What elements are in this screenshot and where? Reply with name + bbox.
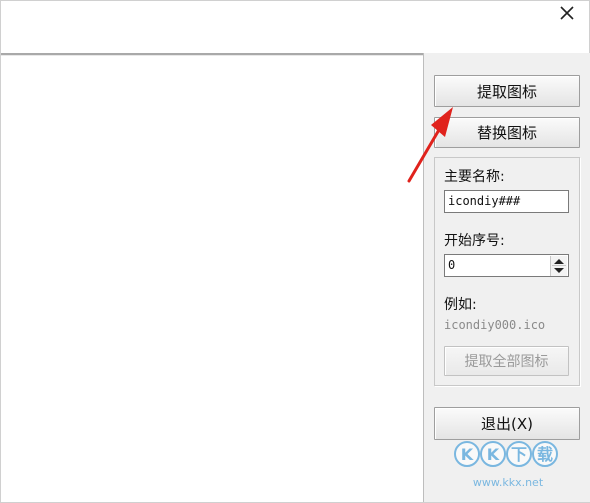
main-name-input[interactable]: icondiy###: [444, 190, 569, 213]
spin-buttons[interactable]: [550, 256, 567, 276]
red-arrow-annotation: [407, 107, 453, 183]
start-index-stepper[interactable]: 0: [444, 254, 569, 277]
example-label: 例如:: [444, 297, 477, 313]
icon-preview-area[interactable]: [1, 56, 423, 502]
main-window: 提取图标 替换图标 主要名称: icondiy### 开始序号: 0 例如: i…: [0, 0, 590, 503]
start-index-label: 开始序号:: [444, 233, 505, 249]
watermark-logo: K K 下 载 www.kkx.net: [453, 434, 563, 494]
svg-text:下: 下: [511, 445, 527, 464]
example-filename: icondiy000.ico: [444, 318, 546, 332]
start-index-value: 0: [448, 258, 456, 272]
svg-text:www.kkx.net: www.kkx.net: [473, 476, 544, 489]
svg-text:K: K: [487, 445, 500, 464]
svg-text:K: K: [461, 445, 474, 464]
close-button[interactable]: [555, 1, 579, 25]
spin-down-icon[interactable]: [554, 268, 564, 273]
close-icon: [560, 6, 574, 20]
watermark-icon: K K 下 载 www.kkx.net: [454, 441, 558, 489]
naming-groupbox: 主要名称: icondiy### 开始序号: 0 例如: icondiy000.…: [434, 157, 580, 386]
extract-all-button[interactable]: 提取全部图标: [444, 346, 569, 376]
spin-up-icon[interactable]: [554, 259, 564, 264]
svg-text:载: 载: [537, 445, 553, 464]
